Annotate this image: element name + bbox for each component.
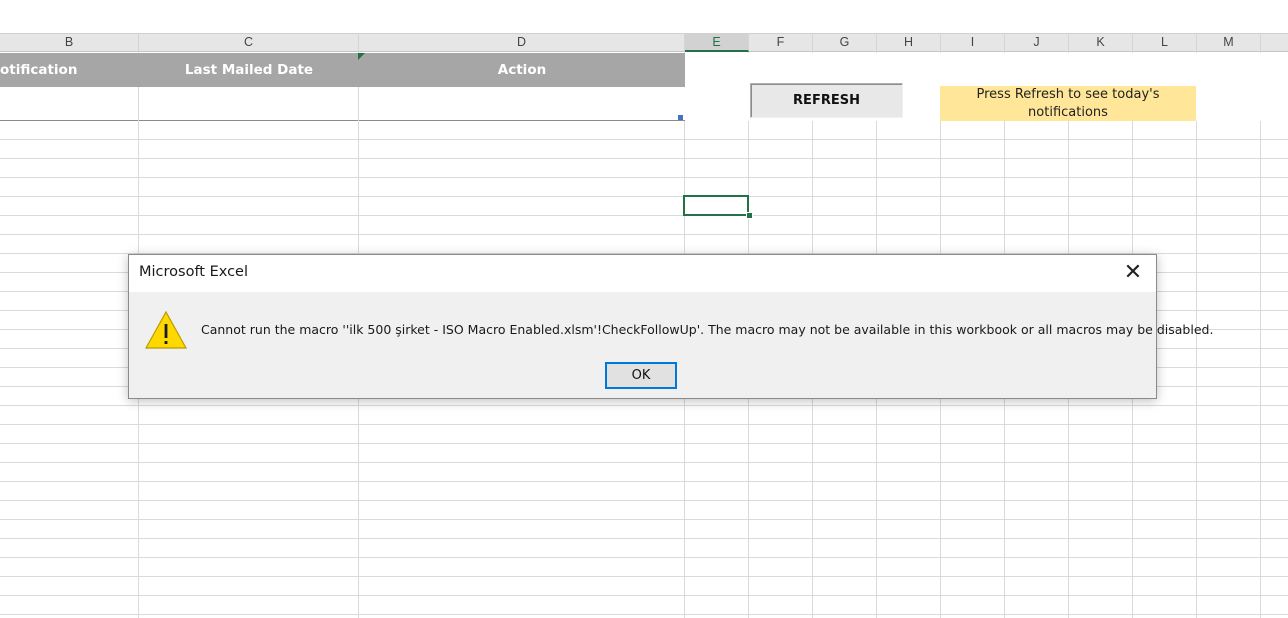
refresh-note: Press Refresh to see today's notificatio… [940, 86, 1196, 121]
error-dialog: Microsoft Excel ✕ Cannot run the macro '… [128, 254, 1213, 399]
column-header-d[interactable]: D [359, 33, 685, 52]
ok-button[interactable]: OK [605, 362, 677, 389]
table-row[interactable] [0, 87, 685, 121]
column-header-b[interactable]: B [0, 33, 139, 52]
dialog-message: Cannot run the macro ''ilk 500 şirket - … [201, 322, 1214, 337]
dialog-titlebar: Microsoft Excel ✕ [129, 255, 1156, 292]
column-header-m[interactable]: M [1197, 33, 1261, 52]
column-header-k[interactable]: K [1069, 33, 1133, 52]
header-notification[interactable]: otification [0, 53, 77, 87]
refresh-note-line1: Press Refresh to see today's [976, 87, 1160, 102]
column-header-h[interactable]: H [877, 33, 941, 52]
header-last-mailed-date[interactable]: Last Mailed Date [139, 53, 359, 87]
table-resize-handle[interactable] [678, 115, 683, 120]
column-header-f[interactable]: F [749, 33, 813, 52]
row-divider [138, 87, 139, 121]
column-header-e[interactable]: E [685, 33, 749, 52]
header-action[interactable]: Action [359, 53, 685, 87]
dialog-title: Microsoft Excel [139, 264, 249, 280]
warning-icon [145, 310, 187, 349]
close-icon[interactable]: ✕ [1118, 259, 1148, 287]
fill-handle[interactable] [746, 212, 753, 219]
column-header-g[interactable]: G [813, 33, 877, 52]
column-header-j[interactable]: J [1005, 33, 1069, 52]
refresh-button[interactable]: REFRESH [750, 83, 903, 118]
gridline [1260, 52, 1261, 618]
column-header-l[interactable]: L [1133, 33, 1197, 52]
column-header-i[interactable]: I [941, 33, 1005, 52]
comment-indicator-icon [358, 53, 365, 60]
row-divider [358, 87, 359, 121]
active-cell-selection[interactable] [683, 195, 749, 216]
column-header-c[interactable]: C [139, 33, 359, 52]
refresh-note-line2: notifications [1028, 105, 1108, 120]
